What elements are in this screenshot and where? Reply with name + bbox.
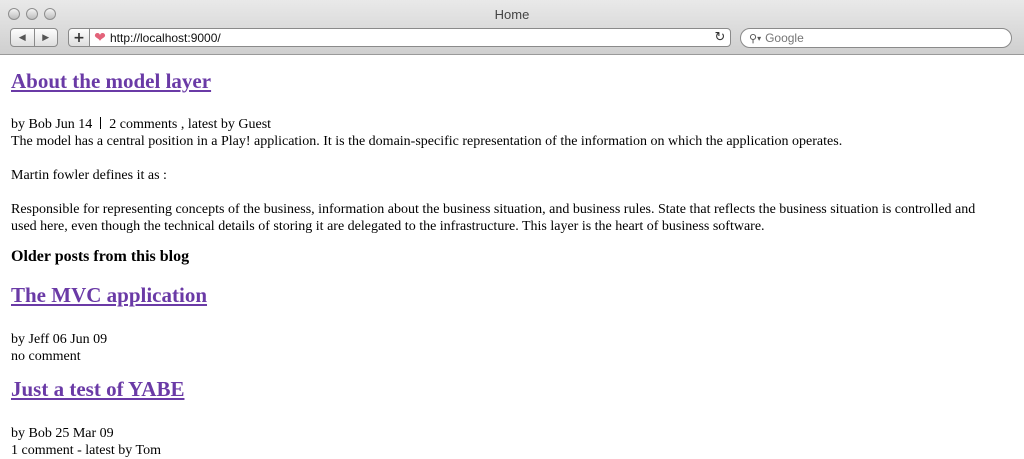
- heart-icon: ❤: [94, 29, 106, 46]
- address-bar[interactable]: ❤ http://localhost:9000/ ↻: [89, 28, 731, 47]
- post-paragraph: Martin fowler defines it as :: [11, 168, 167, 183]
- url-text[interactable]: http://localhost:9000/: [110, 31, 710, 45]
- add-bookmark-button[interactable]: +: [68, 28, 90, 47]
- post-paragraph: Responsible for representing concepts of…: [11, 202, 976, 234]
- search-input[interactable]: [765, 31, 966, 45]
- post-comments-info: 2 comments , latest by Guest: [109, 117, 272, 132]
- older-post-title-link[interactable]: Just a test of YABE: [11, 379, 184, 400]
- post-title-link[interactable]: About the model layer: [11, 71, 211, 92]
- older-post-comments: 1 comment - latest by Tom: [11, 443, 162, 458]
- reload-icon[interactable]: ↻: [710, 30, 730, 45]
- chevron-down-icon[interactable]: ▾: [757, 34, 761, 43]
- post-paragraph: The model has a central position in a Pl…: [11, 134, 843, 149]
- post-meta: by Bob Jun 14 2 comments , latest by Gues…: [11, 116, 271, 133]
- older-post-title-link[interactable]: The MVC application: [11, 285, 207, 306]
- search-field[interactable]: ⚲ ▾: [740, 28, 1012, 48]
- window-title: Home: [494, 7, 530, 22]
- older-post-meta: by Bob 25 Mar 09: [11, 426, 114, 441]
- post-author-date: by Bob Jun 14: [11, 117, 93, 132]
- older-post-meta: by Jeff 06 Jun 09: [11, 332, 108, 347]
- older-post-comments: no comment: [11, 349, 81, 364]
- nav-buttons: ◀ ▶: [10, 28, 58, 47]
- back-button[interactable]: ◀: [11, 29, 34, 46]
- meta-separator: [100, 117, 102, 129]
- forward-button[interactable]: ▶: [33, 29, 58, 46]
- back-arrow-icon: ◀: [18, 32, 26, 43]
- forward-arrow-icon: ▶: [42, 32, 50, 43]
- search-icon: ⚲: [749, 31, 758, 45]
- browser-chrome: Home ◀ ▶ + ❤ http://localhost:9000/ ↻ ⚲ …: [0, 0, 1024, 55]
- older-posts-heading: Older posts from this blog: [11, 248, 190, 265]
